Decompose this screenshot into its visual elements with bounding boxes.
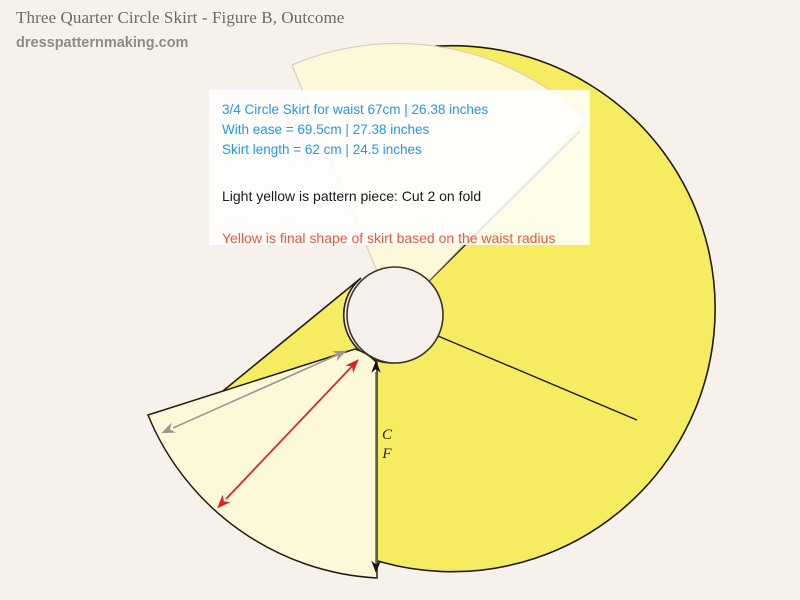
figure-canvas: Three Quarter Circle Skirt - Figure B, O… (0, 0, 800, 600)
header: Three Quarter Circle Skirt - Figure B, O… (16, 8, 344, 51)
center-front-label: C F (379, 426, 395, 464)
legend-text-block: 3/4 Circle Skirt for waist 67cm | 26.38 … (222, 100, 602, 248)
legend-skirt-length: Skirt length = 62 cm | 24.5 inches (222, 142, 422, 157)
pattern-piece-lower-left (146, 348, 378, 579)
legend-final-shape-note: Yellow is final shape of skirt based on … (222, 230, 556, 246)
center-front-label-c: C (381, 427, 392, 443)
center-front-label-f: F (382, 446, 392, 462)
legend-pattern-piece-note: Light yellow is pattern piece: Cut 2 on … (222, 188, 482, 204)
legend-waist-measure: 3/4 Circle Skirt for waist 67cm | 26.38 … (222, 102, 489, 117)
waist-circle (346, 266, 444, 364)
legend-ease-measure: With ease = 69.5cm | 27.38 inches (222, 122, 430, 137)
page-title: Three Quarter Circle Skirt - Figure B, O… (16, 8, 345, 27)
site-url: dresspatternmaking.com (16, 35, 189, 51)
